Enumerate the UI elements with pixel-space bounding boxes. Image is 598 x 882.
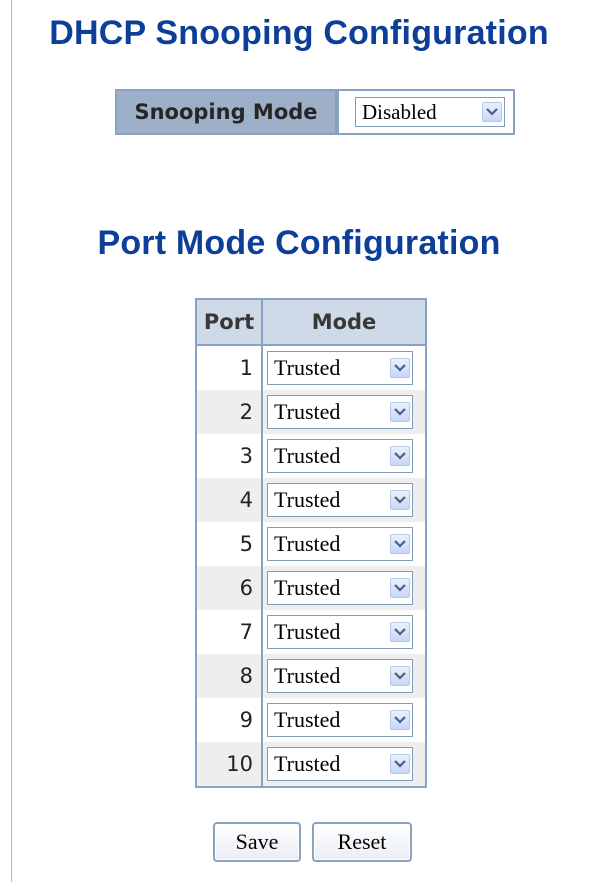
page-left-border xyxy=(11,0,12,882)
port-number: 8 xyxy=(196,654,263,698)
port-number: 7 xyxy=(196,610,263,654)
port-mode-select[interactable]: Trusted xyxy=(267,659,413,693)
table-header-row: Port Mode xyxy=(195,298,427,346)
table-row: 6 Trusted xyxy=(196,566,426,610)
port-mode-select[interactable]: Trusted xyxy=(267,747,413,781)
port-mode-value: Trusted xyxy=(274,487,341,512)
port-mode-cell: Trusted xyxy=(262,390,426,434)
port-mode-select[interactable]: Trusted xyxy=(267,351,413,385)
save-button[interactable]: Save xyxy=(213,822,301,862)
chevron-down-icon[interactable] xyxy=(390,490,410,510)
reset-button[interactable]: Reset xyxy=(312,822,412,862)
port-mode-value: Trusted xyxy=(274,355,341,380)
table-row: 5 Trusted xyxy=(196,522,426,566)
port-mode-select[interactable]: Trusted xyxy=(267,703,413,737)
chevron-down-icon[interactable] xyxy=(390,534,410,554)
table-row: 7 Trusted xyxy=(196,610,426,654)
snooping-mode-cell: Disabled xyxy=(337,91,513,133)
port-mode-cell: Trusted xyxy=(262,522,426,566)
table-row: 3 Trusted xyxy=(196,434,426,478)
port-mode-cell: Trusted xyxy=(262,345,426,390)
port-number: 6 xyxy=(196,566,263,610)
chevron-down-icon[interactable] xyxy=(390,358,410,378)
port-mode-value: Trusted xyxy=(274,531,341,556)
table-row: 8 Trusted xyxy=(196,654,426,698)
port-column-header: Port xyxy=(195,298,263,346)
port-mode-cell: Trusted xyxy=(262,742,426,787)
chevron-down-icon[interactable] xyxy=(390,578,410,598)
port-mode-select[interactable]: Trusted xyxy=(267,483,413,517)
port-number: 4 xyxy=(196,478,263,522)
port-number: 2 xyxy=(196,390,263,434)
chevron-down-icon[interactable] xyxy=(390,622,410,642)
port-number: 1 xyxy=(196,345,263,390)
port-mode-select[interactable]: Trusted xyxy=(267,615,413,649)
table-row: 2 Trusted xyxy=(196,390,426,434)
port-number: 5 xyxy=(196,522,263,566)
port-mode-value: Trusted xyxy=(274,399,341,424)
table-row: 10 Trusted xyxy=(196,742,426,787)
port-mode-value: Trusted xyxy=(274,663,341,688)
table-row: 1 Trusted xyxy=(196,345,426,390)
port-mode-title: Port Mode Configuration xyxy=(97,224,501,262)
mode-column-header: Mode xyxy=(261,298,427,346)
port-mode-table: Port Mode 1 Trusted 2 Trusted 3 Trusted 4 Trust… xyxy=(195,298,427,788)
snooping-mode-select[interactable]: Disabled xyxy=(355,97,505,127)
table-row: 4 Trusted xyxy=(196,478,426,522)
port-mode-cell: Trusted xyxy=(262,698,426,742)
table-row: 9 Trusted xyxy=(196,698,426,742)
port-mode-select[interactable]: Trusted xyxy=(267,527,413,561)
port-mode-value: Trusted xyxy=(274,575,341,600)
chevron-down-icon[interactable] xyxy=(390,446,410,466)
chevron-down-icon[interactable] xyxy=(390,710,410,730)
port-mode-select[interactable]: Trusted xyxy=(267,571,413,605)
port-number: 10 xyxy=(196,742,263,787)
port-mode-value: Trusted xyxy=(274,707,341,732)
port-mode-value: Trusted xyxy=(274,751,341,776)
port-number: 9 xyxy=(196,698,263,742)
port-mode-cell: Trusted xyxy=(262,654,426,698)
chevron-down-icon[interactable] xyxy=(390,754,410,774)
port-mode-value: Trusted xyxy=(274,619,341,644)
port-mode-select[interactable]: Trusted xyxy=(267,439,413,473)
chevron-down-icon[interactable] xyxy=(390,666,410,686)
chevron-down-icon[interactable] xyxy=(390,402,410,422)
page-title: DHCP Snooping Configuration xyxy=(49,14,549,52)
port-number: 3 xyxy=(196,434,263,478)
snooping-mode-row: Snooping Mode Disabled xyxy=(115,89,515,135)
snooping-mode-value: Disabled xyxy=(362,99,437,124)
port-mode-cell: Trusted xyxy=(262,610,426,654)
port-mode-value: Trusted xyxy=(274,443,341,468)
port-mode-select[interactable]: Trusted xyxy=(267,395,413,429)
port-mode-cell: Trusted xyxy=(262,566,426,610)
snooping-mode-label: Snooping Mode xyxy=(117,91,337,133)
chevron-down-icon[interactable] xyxy=(482,102,502,122)
port-mode-cell: Trusted xyxy=(262,478,426,522)
port-mode-cell: Trusted xyxy=(262,434,426,478)
